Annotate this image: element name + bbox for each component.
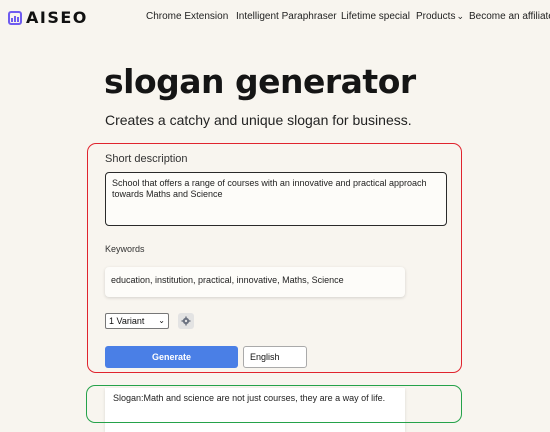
language-input[interactable]: English (243, 346, 307, 368)
description-textarea[interactable]: School that offers a range of courses wi… (105, 172, 447, 226)
top-navigation: AISEO Chrome Extension Intelligent Parap… (0, 0, 550, 34)
variant-select[interactable]: 1 Variant ⌄ (105, 313, 169, 329)
description-label: Short description (105, 153, 188, 165)
nav-intelligent-paraphraser[interactable]: Intelligent Paraphraser (236, 11, 337, 22)
nav-become-affiliate[interactable]: Become an affiliate (469, 11, 550, 22)
brand-logo[interactable]: AISEO (8, 8, 88, 27)
settings-button[interactable] (178, 313, 194, 329)
keywords-label: Keywords (105, 244, 145, 254)
gear-icon (181, 316, 191, 326)
generate-button[interactable]: Generate (105, 346, 238, 368)
nav-products-label: Products (416, 11, 456, 22)
brand-name: AISEO (26, 8, 88, 27)
page-subtitle: Creates a catchy and unique slogan for b… (105, 112, 412, 128)
nav-products[interactable]: Products⌄ (416, 11, 464, 22)
variant-select-value: 1 Variant (109, 316, 145, 326)
chevron-down-icon: ⌄ (456, 11, 465, 21)
chevron-down-icon: ⌄ (158, 316, 165, 325)
nav-lifetime-special[interactable]: Lifetime special (341, 11, 410, 22)
nav-chrome-extension[interactable]: Chrome Extension (146, 11, 228, 22)
page-title: slogan generator (104, 62, 416, 101)
logo-icon (8, 10, 22, 25)
keywords-input[interactable]: education, institution, practical, innov… (105, 267, 405, 297)
result-section-highlight (86, 385, 462, 423)
